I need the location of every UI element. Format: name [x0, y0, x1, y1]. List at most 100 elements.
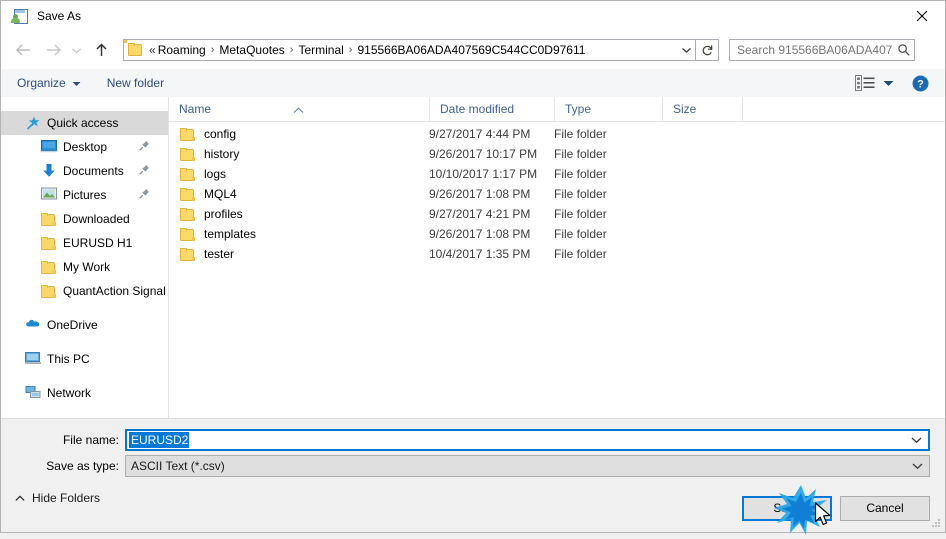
file-date-cell: 9/26/2017 1:08 PM — [429, 187, 531, 201]
search-icon[interactable] — [894, 43, 914, 57]
pushpin-glyph — [139, 140, 150, 151]
organize-button[interactable]: Organize — [17, 69, 81, 97]
table-row[interactable]: tester 10/4/2017 1:35 PM File folder — [169, 244, 945, 264]
column-headers: Name Date modified Type Size — [169, 97, 945, 122]
file-name-dropdown-button[interactable] — [908, 431, 924, 449]
breadcrumb-separator-icon[interactable]: › — [344, 44, 358, 56]
file-type-cell: File folder — [554, 247, 607, 261]
column-header-date-modified[interactable]: Date modified — [429, 97, 554, 121]
close-icon — [916, 10, 928, 22]
file-name-cell: config — [169, 127, 429, 141]
sidebar-item-quick-access[interactable]: Quick access — [1, 111, 168, 135]
pin-icon[interactable] — [139, 140, 150, 154]
file-type-cell: File folder — [554, 167, 607, 181]
resize-grip-icon[interactable] — [930, 517, 942, 529]
up-arrow-icon — [95, 43, 107, 56]
sidebar-item-downloaded[interactable]: Downloaded — [1, 207, 168, 231]
column-header-date-label: Date modified — [440, 102, 515, 116]
back-button[interactable] — [11, 38, 35, 62]
cancel-button[interactable]: Cancel — [840, 496, 930, 521]
file-name-input[interactable]: EURUSD2 — [125, 429, 930, 451]
up-button[interactable] — [89, 38, 113, 62]
table-row[interactable]: logs 10/10/2017 1:17 PM File folder — [169, 164, 945, 184]
breadcrumb-roaming[interactable]: Roaming — [158, 43, 206, 57]
breadcrumb-separator-icon[interactable]: › — [285, 44, 299, 56]
sidebar-item-onedrive[interactable]: OneDrive — [1, 313, 168, 337]
close-button[interactable] — [899, 1, 945, 31]
monitor-glyph — [41, 140, 57, 153]
file-type-cell: File folder — [554, 147, 607, 161]
title-bar: Save As — [1, 1, 945, 31]
sidebar-divider — [1, 303, 168, 313]
new-folder-button[interactable]: New folder — [107, 69, 164, 97]
table-row[interactable]: history 9/26/2017 10:17 PM File folder — [169, 144, 945, 164]
download-arrow-glyph — [43, 164, 55, 177]
save-button[interactable]: Save — [742, 496, 832, 521]
column-header-name[interactable]: Name — [169, 97, 429, 121]
chevron-down-icon — [681, 48, 691, 53]
file-name-cell: history — [169, 147, 429, 161]
view-dropdown-button[interactable] — [883, 76, 894, 90]
recent-locations-chevron-icon — [71, 48, 81, 53]
file-rows: config 9/27/2017 4:44 PM File folder his… — [169, 122, 945, 264]
chevron-down-icon — [883, 81, 894, 86]
sidebar-item-desktop[interactable]: Desktop — [1, 135, 168, 159]
sidebar-item-pictures[interactable]: Pictures — [1, 183, 168, 207]
hide-folders-label: Hide Folders — [32, 491, 101, 505]
hide-folders-button[interactable]: Hide Folders — [15, 491, 100, 505]
address-bar[interactable]: « Roaming › MetaQuotes › Terminal › 9155… — [123, 39, 696, 61]
search-input[interactable] — [735, 42, 894, 58]
sidebar-divider — [1, 337, 168, 347]
desktop-icon — [41, 139, 57, 155]
address-dropdown-button[interactable] — [677, 40, 695, 60]
column-header-filler — [742, 97, 945, 121]
breadcrumb-overflow[interactable]: « — [144, 43, 158, 57]
table-row[interactable]: config 9/27/2017 4:44 PM File folder — [169, 124, 945, 144]
recent-locations-button[interactable] — [67, 38, 85, 62]
chevron-down-icon — [72, 76, 81, 90]
file-name-row: File name: EURUSD2 — [1, 429, 930, 451]
help-button[interactable]: ? — [912, 75, 929, 92]
breadcrumb-separator-icon[interactable]: › — [206, 44, 220, 56]
pin-icon[interactable] — [139, 164, 150, 178]
sidebar-item-my-work[interactable]: My Work — [1, 255, 168, 279]
view-layout-icon[interactable] — [855, 75, 875, 91]
file-name-cell: templates — [169, 227, 429, 241]
sidebar-item-network[interactable]: Network — [1, 381, 168, 405]
table-row[interactable]: profiles 9/27/2017 4:21 PM File folder — [169, 204, 945, 224]
folder-icon — [180, 187, 196, 201]
table-row[interactable]: templates 9/26/2017 1:08 PM File folder — [169, 224, 945, 244]
save-as-type-select[interactable]: ASCII Text (*.csv) — [125, 455, 930, 477]
file-name-label: MQL4 — [204, 187, 237, 201]
refresh-icon — [702, 44, 712, 55]
column-header-type[interactable]: Type — [554, 97, 662, 121]
file-list-pane: Name Date modified Type Size config 9/27… — [169, 97, 945, 418]
file-date-cell: 10/10/2017 1:17 PM — [429, 167, 538, 181]
search-box[interactable] — [729, 39, 915, 61]
onedrive-cloud-icon — [25, 317, 41, 333]
table-row[interactable]: MQL4 9/26/2017 1:08 PM File folder — [169, 184, 945, 204]
pushpin-glyph — [139, 164, 150, 175]
sidebar-label: Downloaded — [63, 212, 130, 226]
forward-button[interactable] — [41, 38, 65, 62]
sidebar-item-documents[interactable]: Documents — [1, 159, 168, 183]
file-name-cell: logs — [169, 167, 429, 181]
file-name-label: File name: — [62, 433, 119, 447]
sidebar-label: Pictures — [63, 188, 107, 202]
pictures-icon — [41, 187, 57, 203]
refresh-button[interactable] — [696, 39, 719, 61]
folder-icon — [124, 40, 144, 57]
sidebar-item-this-pc[interactable]: This PC — [1, 347, 168, 371]
save-as-type-dropdown-button[interactable] — [909, 456, 925, 476]
pin-icon[interactable] — [139, 188, 150, 202]
this-pc-icon — [25, 351, 41, 367]
column-header-size[interactable]: Size — [662, 97, 742, 121]
save-form: File name: EURUSD2 Save as type: ASCII T… — [1, 418, 945, 489]
breadcrumb-metaquotes[interactable]: MetaQuotes — [219, 43, 284, 57]
sidebar-item-quantaction-signal[interactable]: QuantAction Signal — [1, 279, 168, 303]
sidebar-item-eurusd-h1[interactable]: EURUSD H1 — [1, 231, 168, 255]
breadcrumb-current-folder[interactable]: 915566BA06ADA407569C544CC0D97611 — [357, 43, 585, 57]
breadcrumb-terminal[interactable]: Terminal — [298, 43, 343, 57]
star-pin-icon — [25, 115, 41, 131]
network-glyph — [25, 386, 41, 398]
